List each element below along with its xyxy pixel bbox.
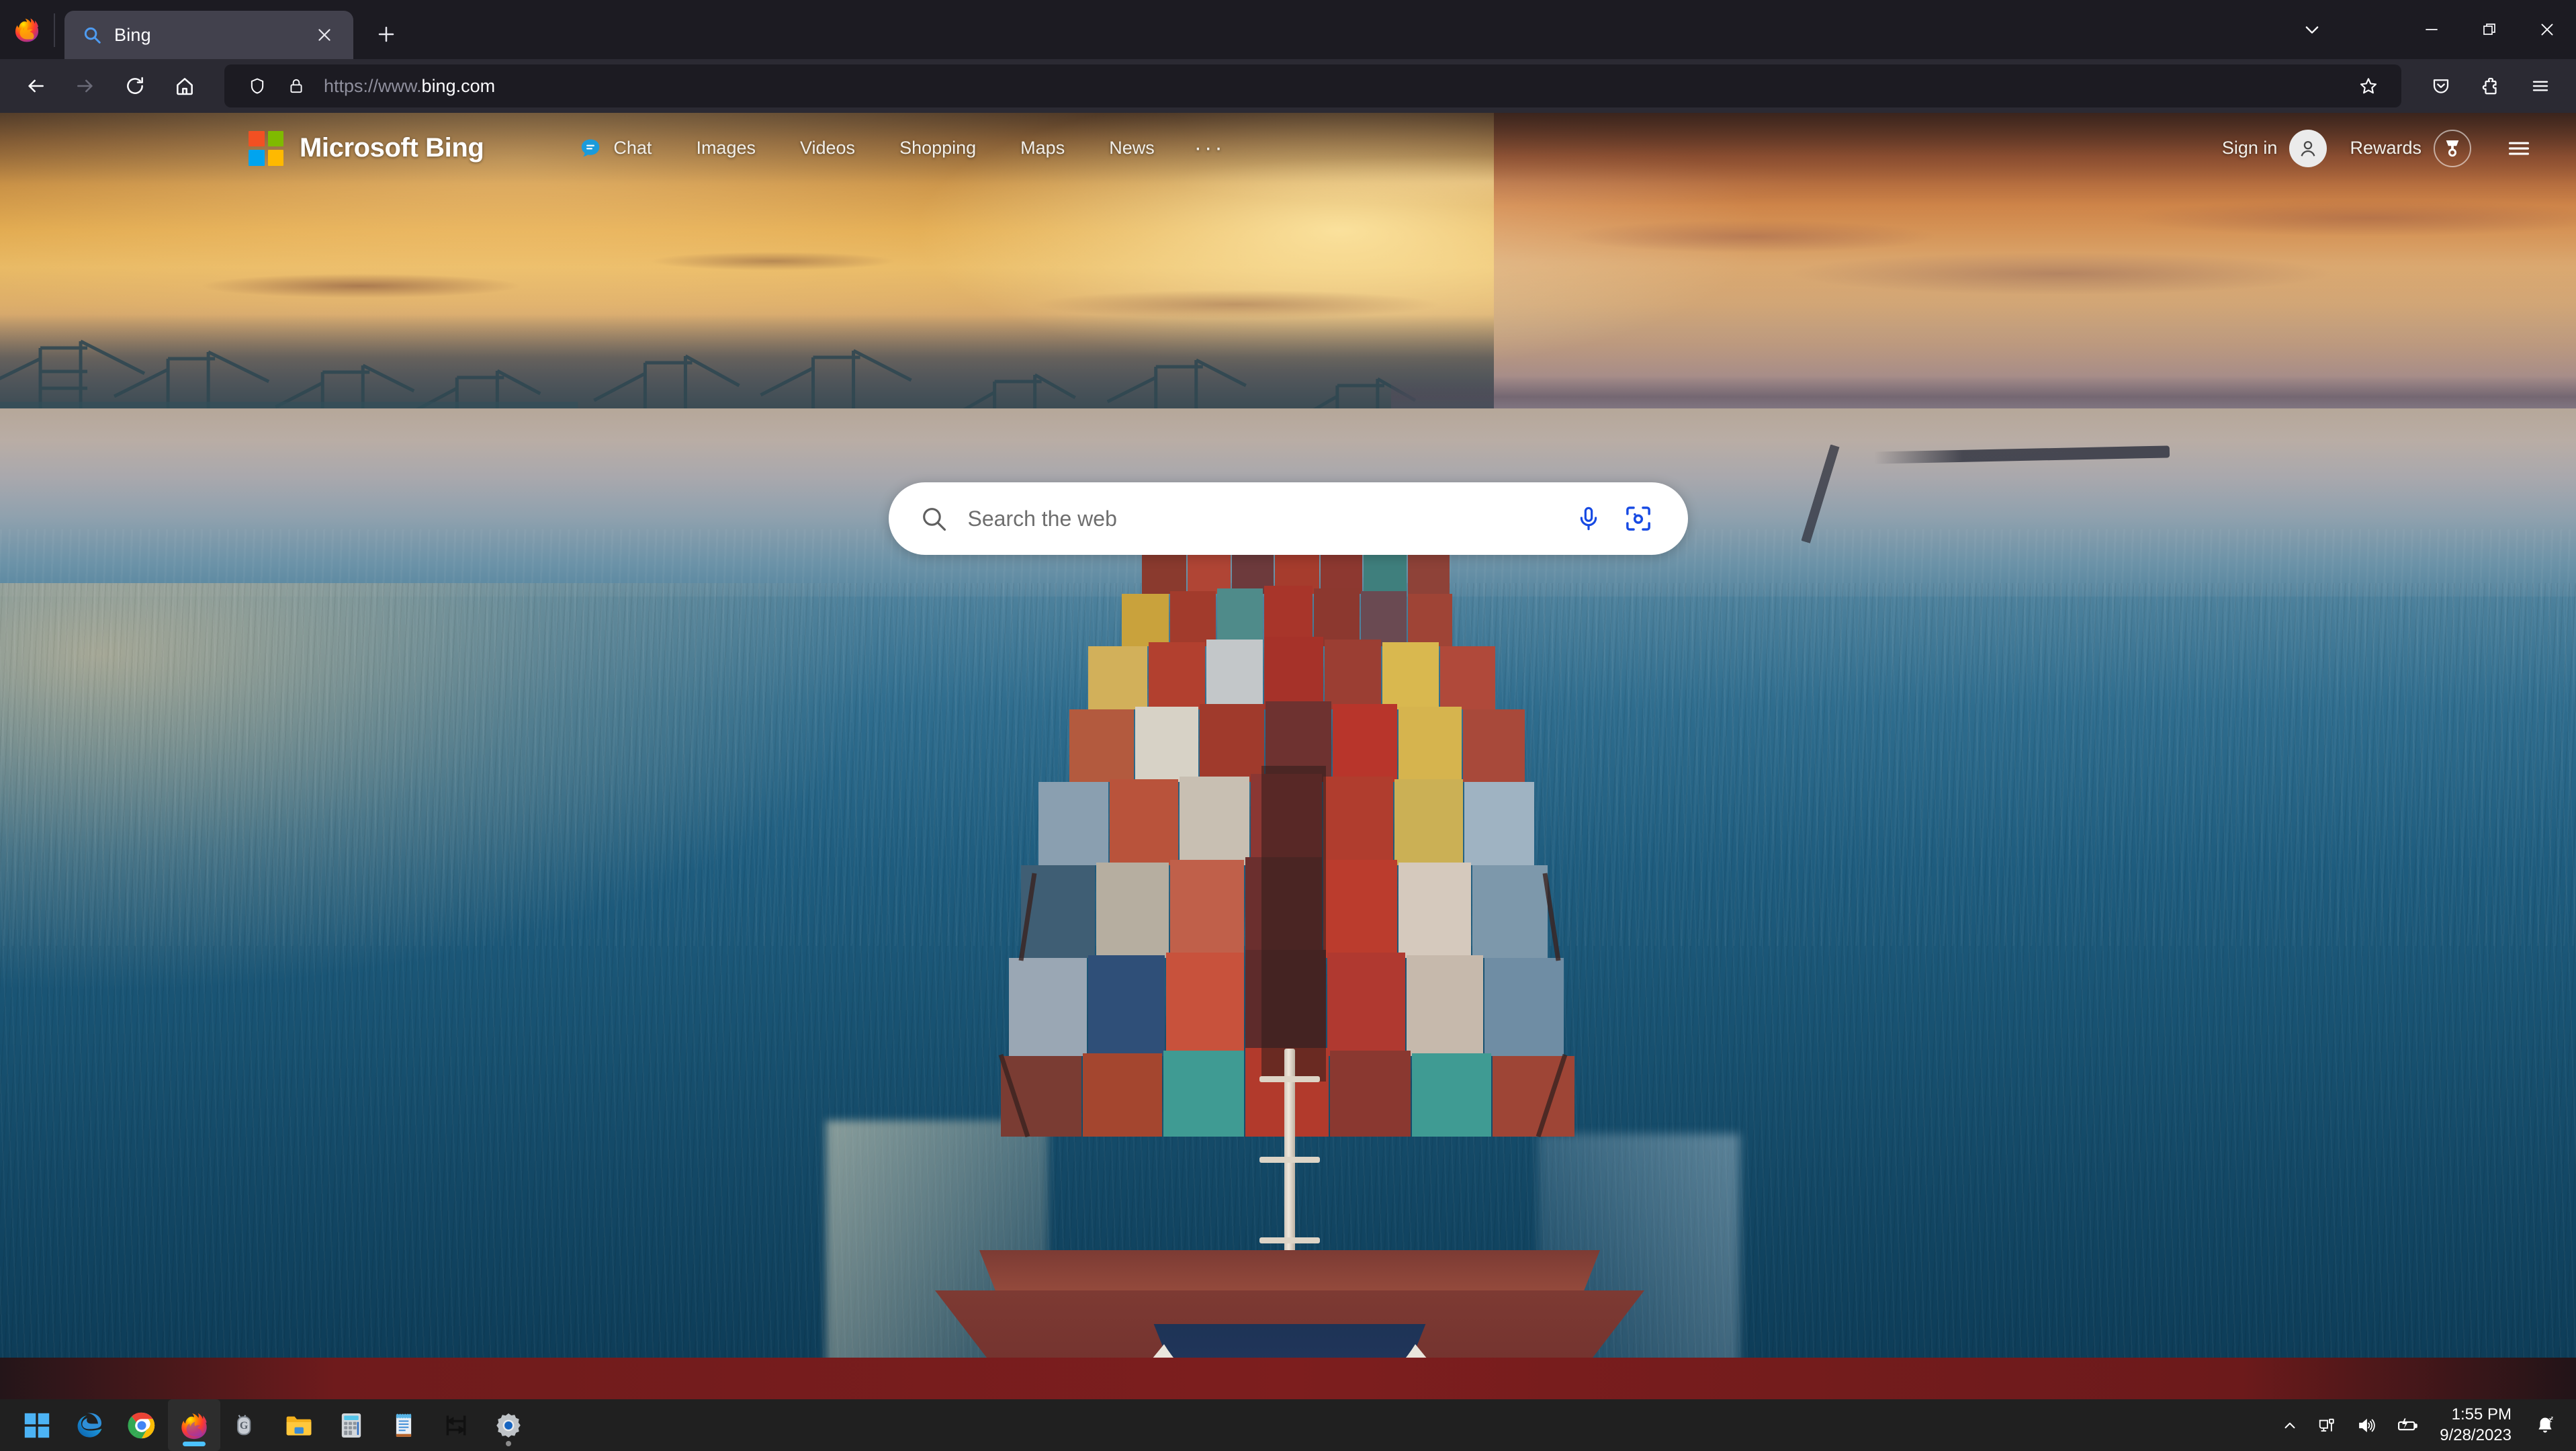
mast-arm-mid — [1259, 1157, 1320, 1163]
firefox-logo-icon — [0, 0, 54, 59]
bing-nav-label: Maps — [1020, 138, 1065, 159]
taskbar-running-indicator — [506, 1441, 511, 1446]
taskbar-file-explorer[interactable] — [273, 1399, 325, 1451]
taskbar-notepad[interactable] — [377, 1399, 430, 1451]
microsoft-logo-icon — [249, 131, 283, 166]
pocket-save-icon[interactable] — [2416, 61, 2466, 111]
bing-nav-videos[interactable]: Videos — [778, 138, 877, 159]
taskbar-clock[interactable]: 1:55 PM 9/28/2023 — [2428, 1399, 2524, 1451]
url-domain: bing.com — [422, 76, 496, 96]
search-magnifier-favicon — [82, 25, 102, 45]
taskbar-active-indicator — [183, 1442, 206, 1446]
taskbar-settings[interactable] — [482, 1399, 535, 1451]
minimize-button[interactable] — [2403, 0, 2460, 59]
bing-nav-shopping[interactable]: Shopping — [877, 138, 998, 159]
clock-time: 1:55 PM — [2452, 1405, 2512, 1425]
bing-nav-news[interactable]: News — [1087, 138, 1177, 159]
chevron-up-icon[interactable] — [2272, 1399, 2308, 1451]
bing-account-area: Sign in Rewards — [2222, 129, 2538, 168]
mast-arm-lower — [1259, 1237, 1320, 1243]
bing-nav-images[interactable]: Images — [674, 138, 778, 159]
tab-title: Bing — [114, 25, 298, 46]
taskbar-app-list: G — [0, 1399, 535, 1451]
back-button[interactable] — [11, 61, 60, 111]
close-icon[interactable] — [310, 21, 339, 49]
bing-logo[interactable]: Microsoft Bing — [249, 131, 484, 166]
list-all-tabs-button[interactable] — [2283, 0, 2341, 59]
star-icon[interactable] — [2349, 67, 2388, 105]
bottom-color-band — [0, 1358, 2576, 1399]
close-window-button[interactable] — [2518, 0, 2576, 59]
chat-bubble-icon — [578, 136, 603, 161]
person-avatar-icon — [2289, 130, 2327, 167]
rewards-button[interactable]: Rewards — [2350, 130, 2499, 167]
home-button[interactable] — [160, 61, 210, 111]
new-tab-button[interactable] — [365, 13, 407, 55]
shield-icon[interactable] — [238, 67, 277, 105]
taskbar-tag-app[interactable]: G — [220, 1399, 273, 1451]
system-tray: 1:55 PM 9/28/2023 z z — [2272, 1399, 2576, 1451]
network-monitor-icon[interactable] — [2308, 1399, 2347, 1451]
url-bar[interactable]: https://www.bing.com — [224, 64, 2401, 107]
taskbar-microsoft-edge[interactable] — [63, 1399, 116, 1451]
container-ship: SAFETY FIRST — [920, 524, 1659, 1399]
bing-nav-label: Shopping — [899, 138, 976, 159]
bing-nav-label: Videos — [800, 138, 855, 159]
url-text[interactable]: https://www.bing.com — [316, 76, 2349, 97]
taskbar-calculator[interactable] — [325, 1399, 377, 1451]
taskbar-transfer-app[interactable] — [430, 1399, 482, 1451]
restore-window-button[interactable] — [2460, 0, 2518, 59]
tab-bing[interactable]: Bing — [64, 11, 353, 59]
clock-date: 9/28/2023 — [2440, 1425, 2512, 1446]
bing-header: Microsoft Bing Chat — [0, 113, 2576, 183]
search-magnifier-icon — [917, 502, 950, 535]
start-button[interactable] — [11, 1399, 63, 1451]
rewards-label: Rewards — [2350, 138, 2422, 159]
bing-wordmark: Microsoft Bing — [300, 133, 484, 163]
bing-nav-chat[interactable]: Chat — [556, 136, 674, 161]
page-viewport: SAFETY FIRST — [0, 113, 2576, 1399]
medal-badge-icon — [2434, 130, 2471, 167]
hamburger-menu-icon[interactable] — [2516, 61, 2565, 111]
padlock-icon[interactable] — [277, 67, 316, 105]
bing-hamburger-menu-icon[interactable] — [2499, 129, 2538, 168]
search-input[interactable] — [950, 507, 1559, 531]
bing-search-area — [889, 482, 1688, 555]
bing-nav-label: ··· — [1194, 135, 1225, 161]
windows-taskbar: G — [0, 1399, 2576, 1451]
sign-in-button[interactable]: Sign in — [2222, 130, 2350, 167]
speaker-icon[interactable] — [2347, 1399, 2386, 1451]
bing-nav-label: Chat — [613, 138, 652, 159]
bing-nav-label: News — [1109, 138, 1155, 159]
bing-nav-label: Images — [696, 138, 756, 159]
search-box[interactable] — [889, 482, 1688, 555]
browser-window: Bing — [0, 0, 2576, 1399]
taskbar-mozilla-firefox[interactable] — [168, 1399, 220, 1451]
puzzle-piece-icon[interactable] — [2466, 61, 2516, 111]
tab-list: Bing — [55, 0, 407, 59]
microphone-icon[interactable] — [1568, 498, 1609, 539]
window-controls — [2283, 0, 2576, 59]
sign-in-label: Sign in — [2222, 138, 2278, 159]
forward-button[interactable] — [60, 61, 110, 111]
camera-lens-icon[interactable] — [1618, 498, 1658, 539]
svg-text:z: z — [2551, 1415, 2554, 1421]
bing-nav-maps[interactable]: Maps — [998, 138, 1087, 159]
svg-text:G: G — [240, 1419, 249, 1431]
tab-strip: Bing — [0, 0, 2576, 59]
url-prefix: https://www. — [324, 76, 422, 96]
bell-do-not-disturb-icon[interactable]: z z — [2524, 1399, 2567, 1451]
more-ellipsis-icon[interactable]: ··· — [1177, 135, 1247, 161]
mast-arm-upper — [1259, 1076, 1320, 1082]
reload-button[interactable] — [110, 61, 160, 111]
taskbar-google-chrome[interactable] — [116, 1399, 168, 1451]
battery-charging-icon[interactable] — [2386, 1399, 2428, 1451]
bing-nav: Chat Images Videos Shopping Maps News — [556, 135, 1247, 161]
hero-background-image: SAFETY FIRST — [0, 113, 2576, 1399]
navigation-toolbar: https://www.bing.com — [0, 59, 2576, 113]
